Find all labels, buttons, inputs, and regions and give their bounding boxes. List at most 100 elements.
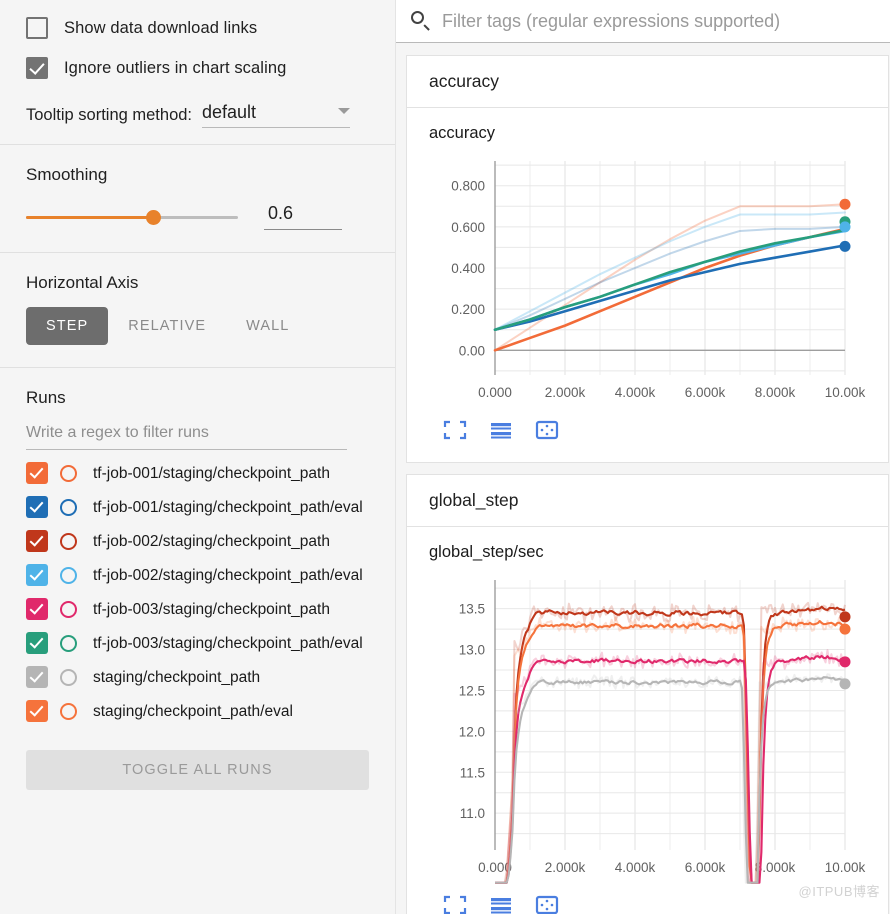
horizontal-axis-group: Horizontal Axis STEP RELATIVE WALL [0, 253, 395, 367]
runs-group: Runs Write a regex to filter runs tf-job… [0, 368, 395, 728]
run-checkbox[interactable] [26, 530, 48, 552]
run-checkbox[interactable] [26, 632, 48, 654]
svg-text:6.000k: 6.000k [685, 860, 726, 875]
run-checkbox[interactable] [26, 598, 48, 620]
reset-zoom-icon[interactable] [535, 420, 561, 442]
svg-text:10.00k: 10.00k [825, 385, 866, 400]
svg-text:13.5: 13.5 [459, 602, 485, 617]
chart-area[interactable]: 11.011.512.012.513.013.50.0002.000k4.000… [429, 566, 866, 889]
run-color-circle-icon[interactable] [60, 567, 77, 584]
fullscreen-icon[interactable] [443, 420, 469, 442]
chart-cards-container: accuracyaccuracy0.000.2000.4000.6000.800… [396, 43, 890, 914]
svg-text:2.000k: 2.000k [545, 385, 586, 400]
run-row[interactable]: tf-job-003/staging/checkpoint_path [26, 592, 369, 626]
slider-fill [26, 216, 153, 219]
run-row[interactable]: tf-job-002/staging/checkpoint_path/eval [26, 558, 369, 592]
run-label: tf-job-001/staging/checkpoint_path/eval [93, 498, 363, 517]
horizontal-axis-buttons: STEP RELATIVE WALL [26, 299, 369, 367]
run-row[interactable]: tf-job-002/staging/checkpoint_path [26, 524, 369, 558]
svg-text:12.0: 12.0 [459, 724, 485, 739]
tooltip-sorting-label: Tooltip sorting method: [26, 106, 192, 128]
svg-text:4.000k: 4.000k [615, 385, 656, 400]
toggle-all-runs-button[interactable]: TOGGLE ALL RUNS [26, 750, 369, 790]
option-row-ignore-outliers[interactable]: Ignore outliers in chart scaling [26, 48, 369, 88]
tooltip-sorting-row: Tooltip sorting method: default [26, 88, 369, 144]
run-row[interactable]: tf-job-001/staging/checkpoint_path/eval [26, 490, 369, 524]
svg-text:0.800: 0.800 [451, 179, 485, 194]
tag-filter-input[interactable]: Filter tags (regular expressions support… [442, 11, 780, 32]
axis-button-step[interactable]: STEP [26, 307, 108, 345]
run-color-circle-icon[interactable] [60, 669, 77, 686]
chart-plot: 11.011.512.012.513.013.50.0002.000k4.000… [429, 566, 867, 884]
run-row[interactable]: staging/checkpoint_path/eval [26, 694, 369, 728]
tooltip-sorting-value: default [202, 102, 256, 123]
reset-zoom-icon[interactable] [535, 895, 561, 914]
data-lines-icon[interactable] [489, 420, 515, 442]
run-checkbox[interactable] [26, 462, 48, 484]
tooltip-sorting-select[interactable]: default [202, 102, 350, 128]
run-row[interactable]: tf-job-001/staging/checkpoint_path [26, 456, 369, 490]
show-data-download-links-label: Show data download links [64, 19, 257, 38]
chart-card-body: accuracy0.000.2000.4000.6000.8000.0002.0… [407, 108, 888, 462]
run-row[interactable]: staging/checkpoint_path [26, 660, 369, 694]
smoothing-value-input[interactable]: 0.6 [264, 203, 342, 230]
run-label: tf-job-002/staging/checkpoint_path [93, 532, 330, 551]
tensorboard-scalars-page: Show data download links Ignore outliers… [0, 0, 890, 914]
horizontal-axis-title: Horizontal Axis [26, 253, 369, 299]
runs-title: Runs [26, 368, 369, 414]
run-checkbox[interactable] [26, 700, 48, 722]
svg-text:4.000k: 4.000k [615, 860, 656, 875]
svg-text:2.000k: 2.000k [545, 860, 586, 875]
watermark: @ITPUB博客 [799, 881, 880, 900]
svg-text:0.00: 0.00 [459, 343, 485, 358]
settings-sidebar: Show data download links Ignore outliers… [0, 0, 396, 914]
tag-filter-bar[interactable]: Filter tags (regular expressions support… [396, 0, 890, 43]
axis-button-relative[interactable]: RELATIVE [108, 307, 226, 345]
svg-text:11.0: 11.0 [460, 806, 485, 821]
svg-text:6.000k: 6.000k [685, 385, 726, 400]
search-icon [410, 10, 432, 32]
main-panel: Filter tags (regular expressions support… [396, 0, 890, 914]
runs-filter-input[interactable]: Write a regex to filter runs [26, 414, 347, 450]
run-label: tf-job-003/staging/checkpoint_path [93, 600, 330, 619]
chart-card-header[interactable]: accuracy [407, 56, 888, 108]
fullscreen-icon[interactable] [443, 895, 469, 914]
ignore-outliers-label: Ignore outliers in chart scaling [64, 59, 286, 78]
runs-list: tf-job-001/staging/checkpoint_path tf-job… [26, 456, 369, 728]
chevron-down-icon [338, 108, 350, 114]
svg-text:13.0: 13.0 [459, 643, 485, 658]
run-label: staging/checkpoint_path [93, 668, 260, 687]
smoothing-slider[interactable] [26, 207, 238, 227]
chart-title: global_step/sec [429, 543, 866, 562]
svg-text:0.000: 0.000 [478, 385, 512, 400]
run-checkbox[interactable] [26, 564, 48, 586]
run-label: tf-job-002/staging/checkpoint_path/eval [93, 566, 363, 585]
svg-text:0.200: 0.200 [451, 302, 485, 317]
sidebar-options-group: Show data download links Ignore outliers… [0, 8, 395, 144]
run-color-circle-icon[interactable] [60, 465, 77, 482]
run-color-circle-icon[interactable] [60, 533, 77, 550]
axis-button-wall[interactable]: WALL [226, 307, 309, 345]
run-color-circle-icon[interactable] [60, 499, 77, 516]
option-row-show-data-download-links[interactable]: Show data download links [26, 8, 369, 48]
run-checkbox[interactable] [26, 496, 48, 518]
chart-plot: 0.000.2000.4000.6000.8000.0002.000k4.000… [429, 147, 867, 409]
svg-text:12.5: 12.5 [459, 683, 485, 698]
chart-area[interactable]: 0.000.2000.4000.6000.8000.0002.000k4.000… [429, 147, 866, 414]
show-data-download-links-checkbox[interactable] [26, 17, 48, 39]
run-row[interactable]: tf-job-003/staging/checkpoint_path/eval [26, 626, 369, 660]
run-label: tf-job-001/staging/checkpoint_path [93, 464, 330, 483]
chart-title: accuracy [429, 124, 866, 143]
svg-text:10.00k: 10.00k [825, 860, 866, 875]
run-color-circle-icon[interactable] [60, 635, 77, 652]
data-lines-icon[interactable] [489, 895, 515, 914]
ignore-outliers-checkbox[interactable] [26, 57, 48, 79]
run-checkbox[interactable] [26, 666, 48, 688]
run-color-circle-icon[interactable] [60, 703, 77, 720]
run-color-circle-icon[interactable] [60, 601, 77, 618]
smoothing-row: 0.6 [26, 191, 369, 252]
slider-thumb[interactable] [146, 210, 161, 225]
chart-toolbar [429, 414, 866, 454]
smoothing-group: Smoothing 0.6 [0, 145, 395, 252]
chart-card-header[interactable]: global_step [407, 475, 888, 527]
